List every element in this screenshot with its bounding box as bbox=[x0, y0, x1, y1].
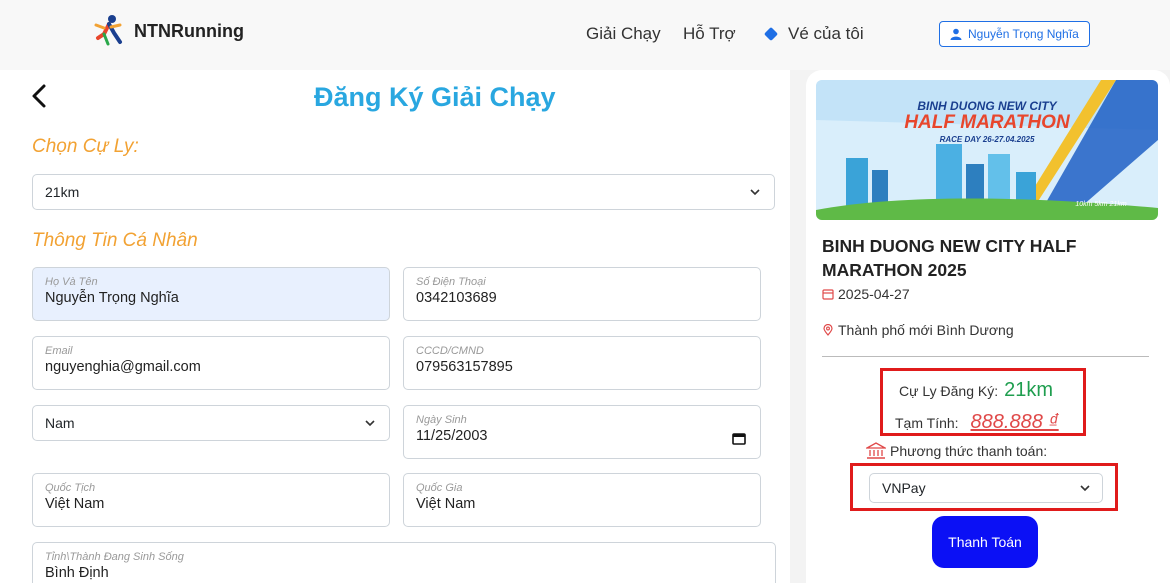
nav-link-races[interactable]: Giải Chạy bbox=[586, 24, 661, 44]
date-of-birth-field[interactable]: Ngày Sinh 11/25/2003 bbox=[403, 405, 761, 459]
brand[interactable]: NTNRunning bbox=[90, 12, 244, 50]
page-title: Đăng Ký Giải Chạy bbox=[314, 82, 556, 112]
order-summary-highlight: Cự Ly Đăng Ký: 21km Tạm Tính: 888.888 ₫ bbox=[880, 368, 1086, 436]
province-field[interactable]: Tỉnh\Thành Đang Sinh Sống Bình Định bbox=[32, 542, 776, 583]
event-summary-card: BINH DUONG NEW CITY HALF MARATHON RACE D… bbox=[806, 70, 1170, 583]
country-field[interactable]: Quốc Gia Việt Nam bbox=[403, 473, 761, 527]
nationality-value: Việt Nam bbox=[45, 496, 105, 512]
nav-link-my-tickets-label: Vé của tôi bbox=[788, 24, 864, 43]
brand-name: NTNRunning bbox=[134, 20, 244, 41]
subtotal-row: Tạm Tính: 888.888 ₫ bbox=[895, 411, 1059, 434]
diamond-icon bbox=[763, 26, 779, 42]
event-title: BINH DUONG NEW CITY HALF MARATHON 2025 bbox=[822, 236, 1077, 280]
email-field[interactable]: Email nguyenghia@gmail.com bbox=[32, 336, 390, 390]
back-arrow-icon[interactable] bbox=[28, 82, 52, 110]
date-of-birth-label: Ngày Sinh bbox=[416, 414, 467, 426]
subtotal-value: 888.888 ₫ bbox=[970, 411, 1059, 433]
full-name-value: Nguyễn Trọng Nghĩa bbox=[45, 290, 179, 306]
distance-section-label: Chọn Cự Ly: bbox=[32, 136, 139, 157]
phone-value: 0342103689 bbox=[416, 290, 497, 306]
nationality-field[interactable]: Quốc Tịch Việt Nam bbox=[32, 473, 390, 527]
gender-select-value: Nam bbox=[45, 415, 75, 431]
id-number-value: 079563157895 bbox=[416, 359, 513, 375]
bank-icon bbox=[866, 442, 886, 459]
phone-label: Số Điện Thoại bbox=[416, 276, 486, 288]
event-date-value: 2025-04-27 bbox=[838, 286, 910, 302]
registered-distance-label: Cự Ly Đăng Ký: bbox=[899, 383, 999, 399]
province-label: Tỉnh\Thành Đang Sinh Sống bbox=[45, 551, 184, 563]
payment-method-highlight: VNPay bbox=[850, 463, 1118, 511]
country-label: Quốc Gia bbox=[416, 482, 463, 494]
full-name-label: Họ Và Tên bbox=[45, 276, 98, 288]
id-number-label: CCCD/CMND bbox=[416, 345, 484, 357]
country-value: Việt Nam bbox=[416, 496, 476, 512]
calendar-icon bbox=[822, 289, 834, 300]
event-location-value: Thành phố mới Bình Dương bbox=[838, 322, 1014, 338]
id-number-field[interactable]: CCCD/CMND 079563157895 bbox=[403, 336, 761, 390]
event-banner-image: BINH DUONG NEW CITY HALF MARATHON RACE D… bbox=[816, 80, 1158, 220]
nationality-label: Quốc Tịch bbox=[45, 482, 96, 494]
gender-select[interactable]: Nam bbox=[32, 405, 390, 441]
payment-method-label: Phương thức thanh toán: bbox=[866, 442, 1047, 460]
runner-logo-icon bbox=[94, 15, 122, 46]
left-gutter bbox=[0, 70, 18, 583]
distance-select-value: 21km bbox=[45, 184, 80, 200]
email-value: nguyenghia@gmail.com bbox=[45, 359, 201, 375]
registration-form-card: Đăng Ký Giải Chạy Chọn Cự Ly: 21km Thông… bbox=[18, 70, 790, 583]
province-value: Bình Định bbox=[45, 565, 109, 581]
registered-distance-value: 21km bbox=[1004, 379, 1054, 401]
phone-field[interactable]: Số Điện Thoại 0342103689 bbox=[403, 267, 761, 321]
subtotal-label: Tạm Tính: bbox=[895, 415, 959, 431]
nav-link-support[interactable]: Hỗ Trợ bbox=[683, 24, 736, 44]
payment-method-value: VNPay bbox=[882, 480, 926, 496]
location-pin-icon bbox=[823, 324, 833, 336]
registered-distance-row: Cự Ly Đăng Ký: 21km bbox=[899, 379, 1053, 402]
full-name-field[interactable]: Họ Và Tên Nguyễn Trọng Nghĩa bbox=[32, 267, 390, 321]
nav-link-my-tickets[interactable]: Vé của tôi bbox=[763, 24, 864, 44]
calendar-icon[interactable] bbox=[732, 432, 746, 445]
user-name: Nguyễn Trọng Nghĩa bbox=[968, 27, 1079, 41]
banner-line1: BINH DUONG NEW CITY bbox=[917, 99, 1057, 113]
divider bbox=[822, 356, 1149, 357]
payment-method-label-text: Phương thức thanh toán: bbox=[890, 443, 1048, 459]
chevron-down-icon bbox=[365, 420, 375, 427]
chevron-down-icon bbox=[1080, 485, 1090, 492]
personal-info-section-label: Thông Tin Cá Nhân bbox=[32, 230, 198, 251]
banner-line3: RACE DAY 26-27.04.2025 bbox=[940, 135, 1035, 144]
pay-button[interactable]: Thanh Toán bbox=[932, 516, 1038, 568]
top-navbar: NTNRunning Giải Chạy Hỗ Trợ Vé của tôi N… bbox=[0, 0, 1170, 70]
user-account-button[interactable]: Nguyễn Trọng Nghĩa bbox=[939, 21, 1090, 47]
user-icon bbox=[950, 28, 962, 40]
distance-select[interactable]: 21km bbox=[32, 174, 775, 210]
payment-method-select[interactable]: VNPay bbox=[869, 473, 1103, 503]
chevron-down-icon bbox=[750, 189, 760, 196]
banner-distances: 10km 5km 21km bbox=[1075, 201, 1127, 208]
event-date: 2025-04-27 bbox=[822, 286, 910, 302]
date-of-birth-value: 11/25/2003 bbox=[416, 428, 488, 444]
event-location: Thành phố mới Bình Dương bbox=[822, 322, 1014, 338]
email-label: Email bbox=[45, 345, 73, 357]
event-banner: BINH DUONG NEW CITY HALF MARATHON RACE D… bbox=[816, 80, 1158, 220]
banner-line2: HALF MARATHON bbox=[904, 112, 1071, 133]
